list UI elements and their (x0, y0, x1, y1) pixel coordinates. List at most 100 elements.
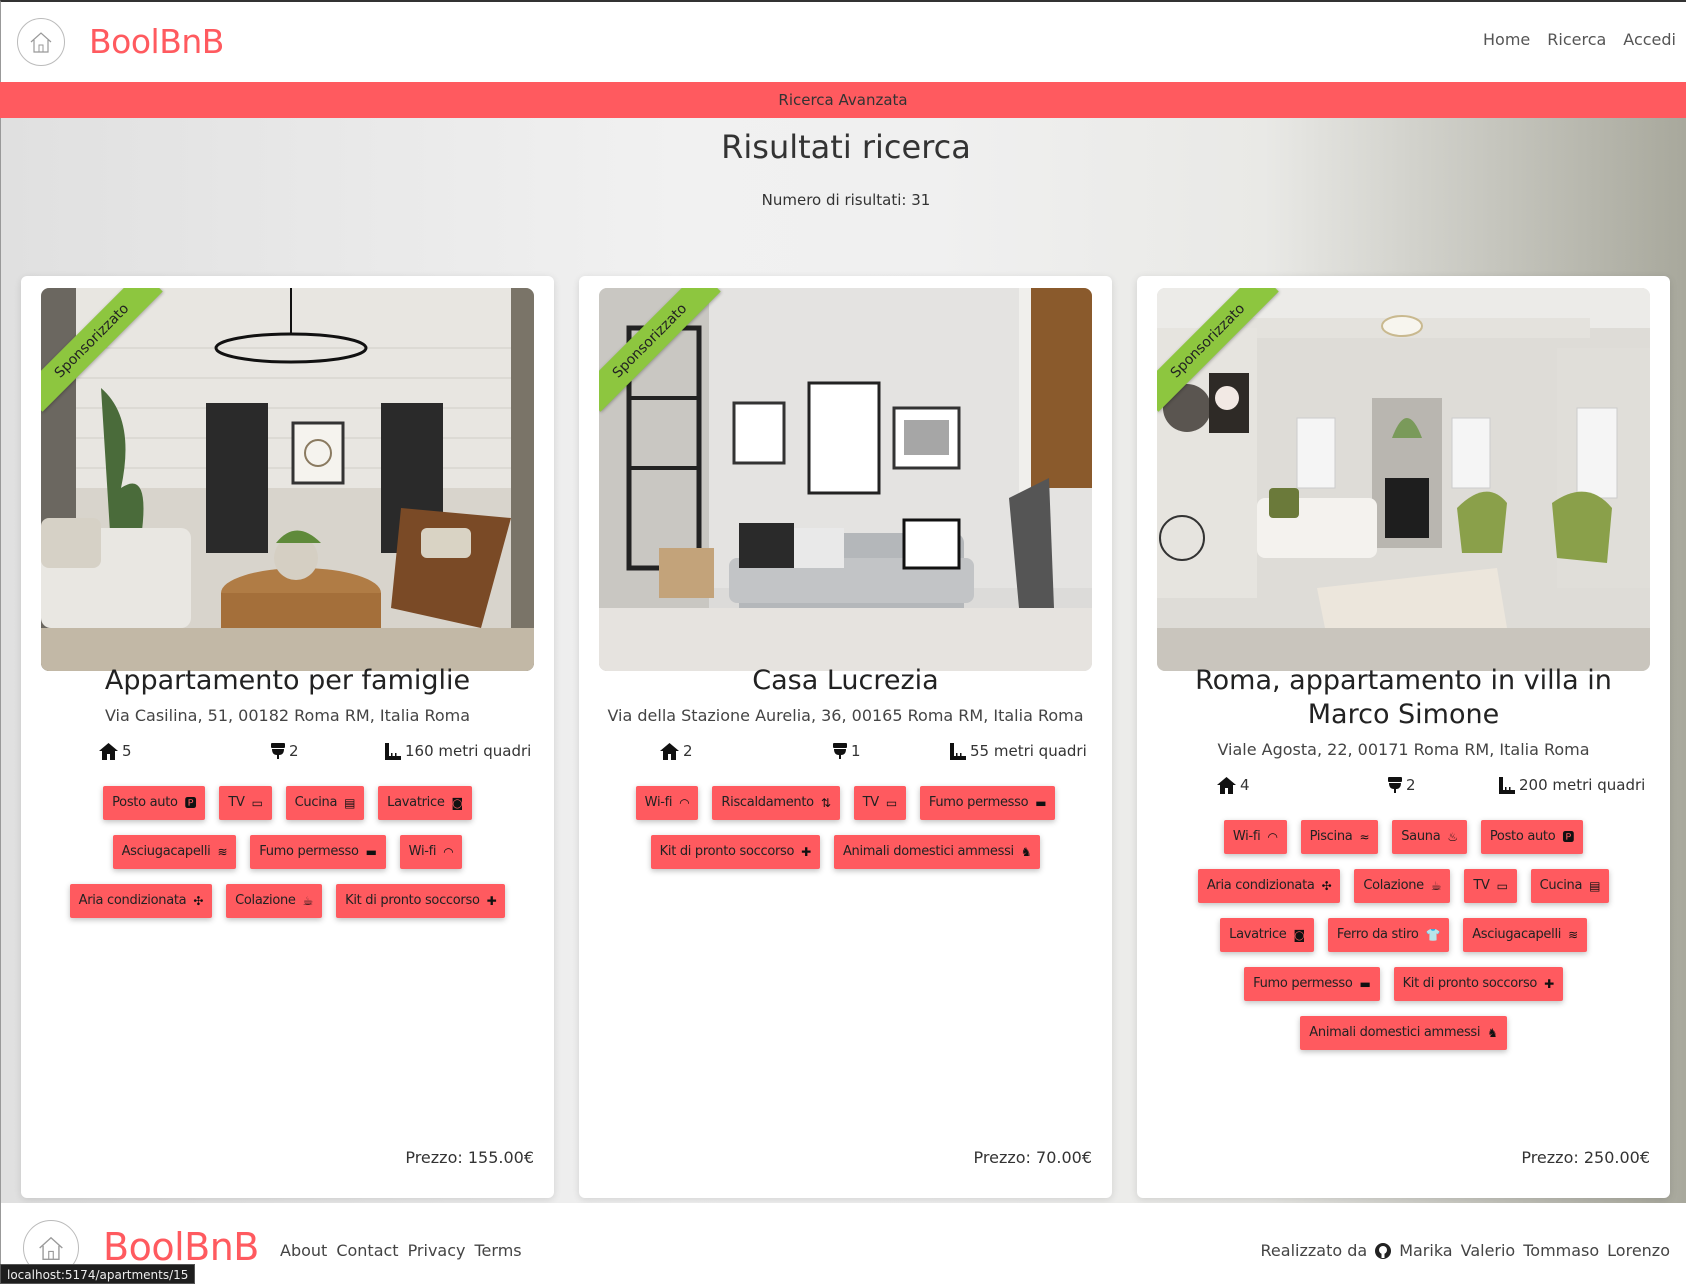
rooms-stat: 5 (99, 742, 132, 760)
top-navbar: BoolBnB Home Ricerca Accedi (0, 0, 1686, 82)
apartment-title[interactable]: Roma, appartamento in villa in Marco Sim… (1157, 664, 1650, 732)
service-label: Animali domestici ammessi (1309, 1025, 1481, 1040)
tv-icon: ▭ (885, 796, 897, 810)
first-aid-icon: ✚ (801, 845, 811, 859)
advanced-search-bar[interactable]: Ricerca Avanzata (0, 82, 1686, 118)
service-label: Aria condizionata (78, 893, 187, 908)
service-label: Asciugacapelli (1472, 927, 1562, 942)
service-chip[interactable]: Piscina ≈ (1300, 820, 1379, 854)
sponsored-label: Sponsorizzato (1157, 288, 1279, 412)
apartment-stats: 4 2 200 metri quadri (1217, 776, 1657, 800)
service-chip[interactable]: Colazione ☕ (226, 884, 323, 918)
service-chip[interactable]: Colazione ☕ (1354, 869, 1451, 903)
service-chip[interactable]: Fumo permesso ▬ (250, 835, 386, 869)
nav-home-link[interactable]: Home (1483, 30, 1530, 49)
services-list: Wi-fi ◠ Piscina ≈ Sauna ♨ Posto auto 🅿 Aria … (1167, 820, 1640, 1050)
service-chip[interactable]: Ferro da stiro 👕 (1327, 918, 1450, 952)
service-chip[interactable]: TV ▭ (853, 786, 906, 820)
service-chip[interactable]: Wi-fi ◠ (635, 786, 699, 820)
footer-link-contact[interactable]: Contact (336, 1241, 398, 1260)
service-label: Colazione (1363, 878, 1424, 893)
services-list: Posto auto 🅿 TV ▭ Cucina ▤ Lavatrice ◙ Asciu… (51, 786, 524, 918)
house-logo-icon[interactable] (17, 18, 65, 66)
bathrooms-count: 2 (1406, 776, 1416, 794)
service-chip[interactable]: Animali domestici ammessi ♞ (833, 835, 1041, 869)
service-chip[interactable]: Sauna ♨ (1392, 820, 1467, 854)
service-label: Fumo permesso (1253, 976, 1353, 991)
thermometer-icon: ⇅ (820, 796, 831, 810)
rooms-stat: 2 (660, 742, 693, 760)
apartment-photo[interactable]: Sponsorizzato (1157, 288, 1650, 671)
apartment-address: Via della Stazione Aurelia, 36, 00165 Ro… (607, 706, 1084, 725)
apartment-photo[interactable]: Sponsorizzato (41, 288, 534, 671)
service-chip[interactable]: Kit di pronto soccorso ✚ (336, 884, 506, 918)
size-stat: 55 metri quadri (950, 742, 1087, 760)
nav-login-link[interactable]: Accedi (1623, 30, 1676, 49)
footer-link-privacy[interactable]: Privacy (408, 1241, 466, 1260)
service-chip[interactable]: Riscaldamento ⇅ (712, 786, 840, 820)
footer-link-about[interactable]: About (280, 1241, 327, 1260)
bathrooms-count: 1 (851, 742, 861, 760)
footer-links: About Contact Privacy Terms (280, 1241, 522, 1260)
apartment-card[interactable]: Sponsorizzato Casa Lucrezia Via della St… (579, 276, 1112, 1198)
service-chip[interactable]: TV ▭ (219, 786, 272, 820)
main-nav: Home Ricerca Accedi (1483, 30, 1676, 49)
service-chip[interactable]: Asciugacapelli ≋ (112, 835, 237, 869)
footer-link-terms[interactable]: Terms (475, 1241, 522, 1260)
service-label: Lavatrice (387, 795, 445, 810)
apartment-title[interactable]: Appartamento per famiglie (41, 664, 534, 698)
service-chip[interactable]: Wi-fi ◠ (399, 835, 463, 869)
service-label: Wi-fi (408, 844, 437, 859)
service-chip[interactable]: Cucina ▤ (285, 786, 365, 820)
size-value: 160 metri quadri (405, 742, 532, 760)
apartment-price: Prezzo: 70.00€ (973, 1148, 1092, 1167)
sponsored-ribbon: Sponsorizzato (599, 288, 729, 418)
service-chip[interactable]: Posto auto 🅿 (103, 786, 206, 820)
apartment-photo[interactable]: Sponsorizzato (599, 288, 1092, 671)
service-chip[interactable]: Asciugacapelli ≋ (1463, 918, 1587, 952)
service-chip[interactable]: Kit di pronto soccorso ✚ (1393, 967, 1563, 1001)
page-title: Risultati ricerca (721, 128, 971, 166)
service-label: Animali domestici ammessi (842, 844, 1014, 859)
nav-search-link[interactable]: Ricerca (1547, 30, 1606, 49)
service-chip[interactable]: Fumo permesso ▬ (1244, 967, 1380, 1001)
rooms-count: 4 (1240, 776, 1250, 794)
service-chip[interactable]: TV ▭ (1464, 869, 1517, 903)
toilet-icon (1388, 777, 1402, 793)
apartment-title[interactable]: Casa Lucrezia (599, 664, 1092, 698)
sponsored-ribbon: Sponsorizzato (41, 288, 171, 418)
service-label: Aria condizionata (1206, 878, 1315, 893)
author-link[interactable]: Tommaso (1523, 1241, 1599, 1260)
service-chip[interactable]: Lavatrice ◙ (378, 786, 472, 820)
service-label: TV (862, 795, 880, 810)
author-link[interactable]: Lorenzo (1607, 1241, 1670, 1260)
service-chip[interactable]: Kit di pronto soccorso ✚ (650, 835, 820, 869)
apartment-card[interactable]: Sponsorizzato Roma, appartamento in vill… (1137, 276, 1670, 1198)
smoking-icon: ▬ (1035, 796, 1047, 810)
brand-name[interactable]: BoolBnB (89, 22, 224, 61)
service-label: Riscaldamento (721, 795, 814, 810)
author-link[interactable]: Marika (1399, 1241, 1452, 1260)
service-chip[interactable]: Lavatrice ◙ (1220, 918, 1314, 952)
service-chip[interactable]: Wi-fi ◠ (1223, 820, 1287, 854)
kitchen-icon: ▤ (344, 796, 356, 810)
bathrooms-count: 2 (289, 742, 299, 760)
service-chip[interactable]: Aria condizionata ✣ (1197, 869, 1341, 903)
ruler-icon (1499, 776, 1515, 794)
service-chip[interactable]: Animali domestici ammessi ♞ (1300, 1016, 1507, 1050)
apartment-price: Prezzo: 250.00€ (1521, 1148, 1650, 1167)
apartment-card[interactable]: Sponsorizzato Appartamento per famiglie … (21, 276, 554, 1198)
coffee-icon: ☕ (1430, 879, 1442, 893)
size-value: 200 metri quadri (1519, 776, 1646, 794)
footer-brand[interactable]: BoolBnB (103, 1225, 259, 1269)
service-chip[interactable]: Cucina ▤ (1530, 869, 1610, 903)
service-label: Fumo permesso (259, 844, 359, 859)
service-label: Fumo permesso (928, 795, 1029, 810)
service-chip[interactable]: Aria condizionata ✣ (69, 884, 213, 918)
author-link[interactable]: Valerio (1461, 1241, 1516, 1260)
service-chip[interactable]: Fumo permesso ▬ (919, 786, 1056, 820)
smoking-icon: ▬ (365, 845, 377, 859)
service-label: Asciugacapelli (121, 844, 211, 859)
service-chip[interactable]: Posto auto 🅿 (1480, 820, 1584, 854)
apartment-address: Via Casilina, 51, 00182 Roma RM, Italia … (104, 706, 471, 725)
